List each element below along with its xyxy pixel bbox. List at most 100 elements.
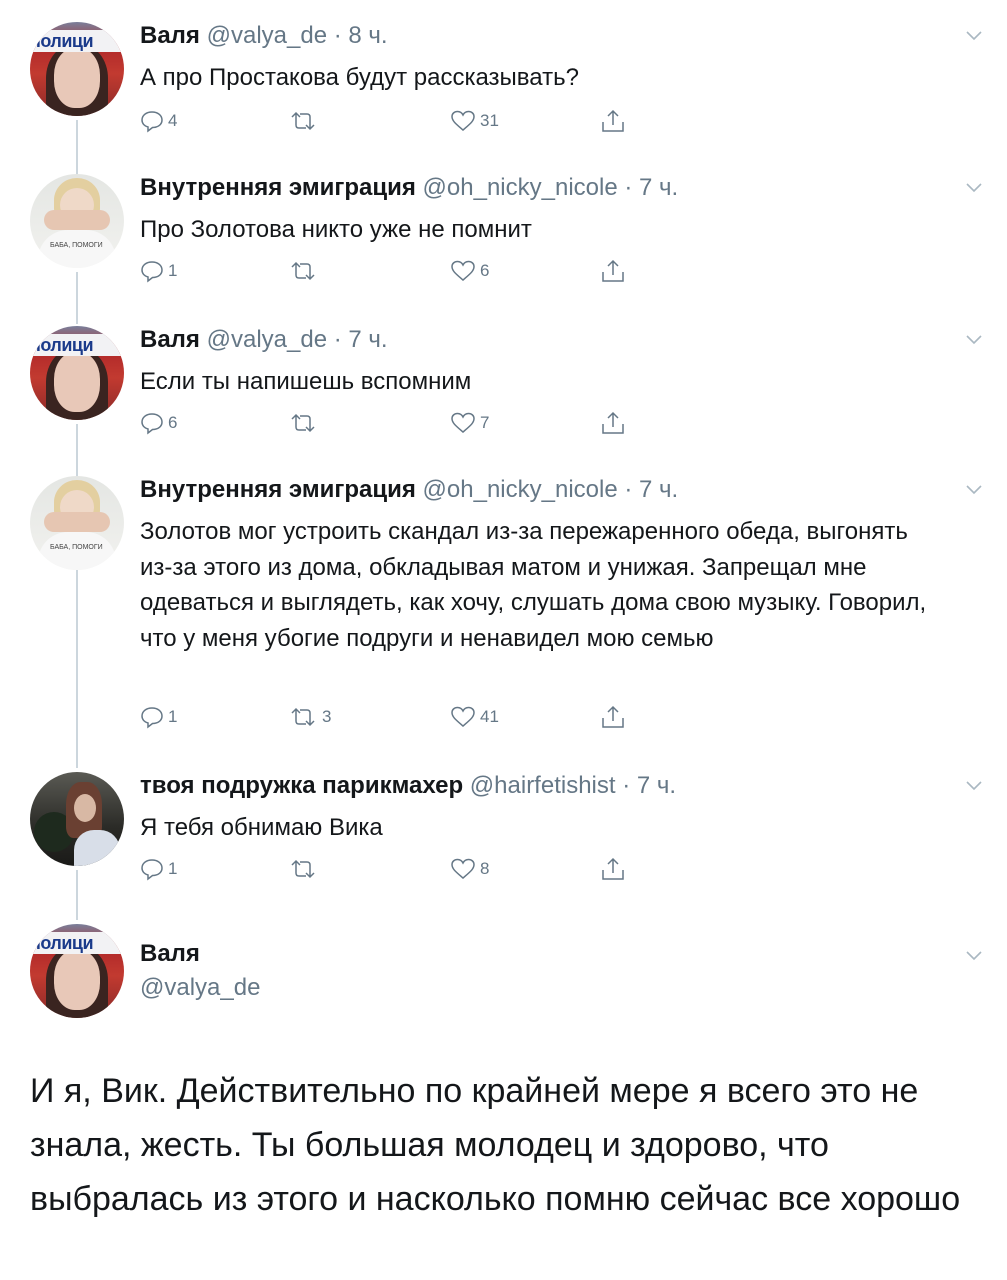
avatar[interactable]: полици (30, 326, 124, 420)
avatar-banner-text: полици (30, 932, 124, 954)
tweet-actions: 1 6 (140, 256, 660, 286)
retweet-icon (291, 261, 315, 281)
main-tweet-text: И я, Вик. Действительно по крайней мере … (30, 1072, 961, 1218)
tweet-header: твоя подружка парикмахер @hairfetishist … (140, 772, 676, 800)
reply-button[interactable]: 1 (140, 702, 177, 732)
share-icon (602, 109, 624, 132)
reply-tweet[interactable]: полици Валя @valya_de · 8 ч. А про Прост… (0, 22, 1007, 152)
author-handle[interactable]: @valya_de (207, 22, 327, 49)
heart-icon (451, 412, 475, 433)
separator-dot: · (333, 326, 342, 353)
retweet-button[interactable] (288, 256, 322, 286)
reply-icon (141, 859, 163, 881)
avatar-caption: БАБА, ПОМОГИ (50, 544, 103, 551)
timestamp[interactable]: 7 ч. (639, 174, 678, 201)
author-name[interactable]: Внутренняя эмиграция (140, 174, 416, 201)
avatar-hands (44, 210, 110, 230)
retweet-count: 3 (322, 707, 332, 726)
author-name[interactable]: Внутренняя эмиграция (140, 476, 416, 503)
reply-count: 4 (168, 111, 178, 130)
timestamp[interactable]: 7 ч. (637, 772, 676, 799)
share-icon (602, 411, 624, 434)
reply-icon (141, 413, 163, 435)
share-button[interactable] (600, 408, 626, 438)
share-icon (602, 857, 624, 880)
retweet-button[interactable] (288, 408, 322, 438)
like-button[interactable]: 8 (450, 854, 489, 884)
separator-dot: · (333, 22, 342, 49)
like-button[interactable]: 6 (450, 256, 489, 286)
chevron-down-icon[interactable] (965, 330, 983, 348)
author-name[interactable]: Валя (140, 940, 260, 968)
tweet-text: Золотов мог устроить скандал из-за переж… (140, 518, 927, 652)
avatar[interactable]: БАБА, ПОМОГИ (30, 174, 124, 268)
share-button[interactable] (600, 106, 626, 136)
like-count: 8 (480, 859, 490, 878)
avatar-hands (44, 512, 110, 532)
reply-icon (141, 261, 163, 283)
tweet-actions: 1 3 41 (140, 702, 660, 732)
reply-icon (141, 111, 163, 133)
avatar[interactable] (30, 772, 124, 866)
reply-tweet[interactable]: БАБА, ПОМОГИ Внутренняя эмиграция @oh_ni… (0, 174, 1007, 304)
avatar-face (74, 794, 96, 822)
avatar-body (38, 532, 116, 570)
author-handle[interactable]: @oh_nicky_nicole (423, 174, 618, 201)
heart-icon (451, 260, 475, 281)
timestamp[interactable]: 7 ч. (639, 476, 678, 503)
retweet-icon (291, 707, 315, 727)
share-button[interactable] (600, 256, 626, 286)
timestamp[interactable]: 7 ч. (348, 326, 387, 353)
reply-count: 1 (168, 859, 178, 878)
tweet-header: Внутренняя эмиграция @oh_nicky_nicole · … (140, 476, 678, 504)
author-handle[interactable]: @valya_de (207, 326, 327, 353)
like-button[interactable]: 41 (450, 702, 499, 732)
author-handle[interactable]: @oh_nicky_nicole (423, 476, 618, 503)
reply-button[interactable]: 4 (140, 106, 177, 136)
chevron-down-icon[interactable] (965, 480, 983, 498)
retweet-button[interactable] (288, 854, 322, 884)
avatar-body (38, 230, 116, 268)
avatar[interactable]: БАБА, ПОМОГИ (30, 476, 124, 570)
tweet-header: Валя @valya_de · 7 ч. (140, 326, 388, 354)
author-name[interactable]: Валя (140, 326, 200, 353)
heart-icon (451, 706, 475, 727)
like-button[interactable]: 31 (450, 106, 499, 136)
reply-count: 1 (168, 707, 178, 726)
author-name[interactable]: Валя (140, 22, 200, 49)
reply-button[interactable]: 6 (140, 408, 177, 438)
reply-count: 6 (168, 413, 178, 432)
tweet-actions: 4 31 (140, 106, 660, 136)
main-tweet-author: Валя @valya_de (140, 940, 260, 1002)
retweet-icon (291, 413, 315, 433)
chevron-down-icon[interactable] (965, 776, 983, 794)
share-button[interactable] (600, 854, 626, 884)
reply-tweet[interactable]: полици Валя @valya_de · 7 ч. Если ты нап… (0, 326, 1007, 456)
timestamp[interactable]: 8 ч. (348, 22, 387, 49)
avatar-banner-text: полици (30, 30, 124, 52)
author-handle[interactable]: @valya_de (140, 974, 260, 1002)
chevron-down-icon[interactable] (965, 178, 983, 196)
tweet-text: Если ты напишешь вспомним (140, 368, 472, 395)
separator-dot: · (622, 772, 631, 799)
author-name[interactable]: твоя подружка парикмахер (140, 772, 463, 799)
chevron-down-icon[interactable] (965, 946, 983, 964)
avatar-face (54, 48, 100, 108)
like-count: 31 (480, 111, 499, 130)
avatar-shirt (74, 830, 120, 866)
share-button[interactable] (600, 702, 626, 732)
retweet-button[interactable] (288, 106, 322, 136)
separator-dot: · (624, 476, 633, 503)
tweet-header: Валя @valya_de · 8 ч. (140, 22, 388, 50)
like-count: 6 (480, 261, 490, 280)
reply-button[interactable]: 1 (140, 256, 177, 286)
author-handle[interactable]: @hairfetishist (470, 772, 616, 799)
chevron-down-icon[interactable] (965, 26, 983, 44)
reply-tweet[interactable]: БАБА, ПОМОГИ Внутренняя эмиграция @oh_ni… (0, 476, 1007, 736)
reply-tweet[interactable]: твоя подружка парикмахер @hairfetishist … (0, 772, 1007, 902)
retweet-button[interactable]: 3 (288, 702, 331, 732)
like-button[interactable]: 7 (450, 408, 489, 438)
reply-button[interactable]: 1 (140, 854, 177, 884)
avatar[interactable]: полици (30, 924, 124, 1018)
avatar[interactable]: полици (30, 22, 124, 116)
